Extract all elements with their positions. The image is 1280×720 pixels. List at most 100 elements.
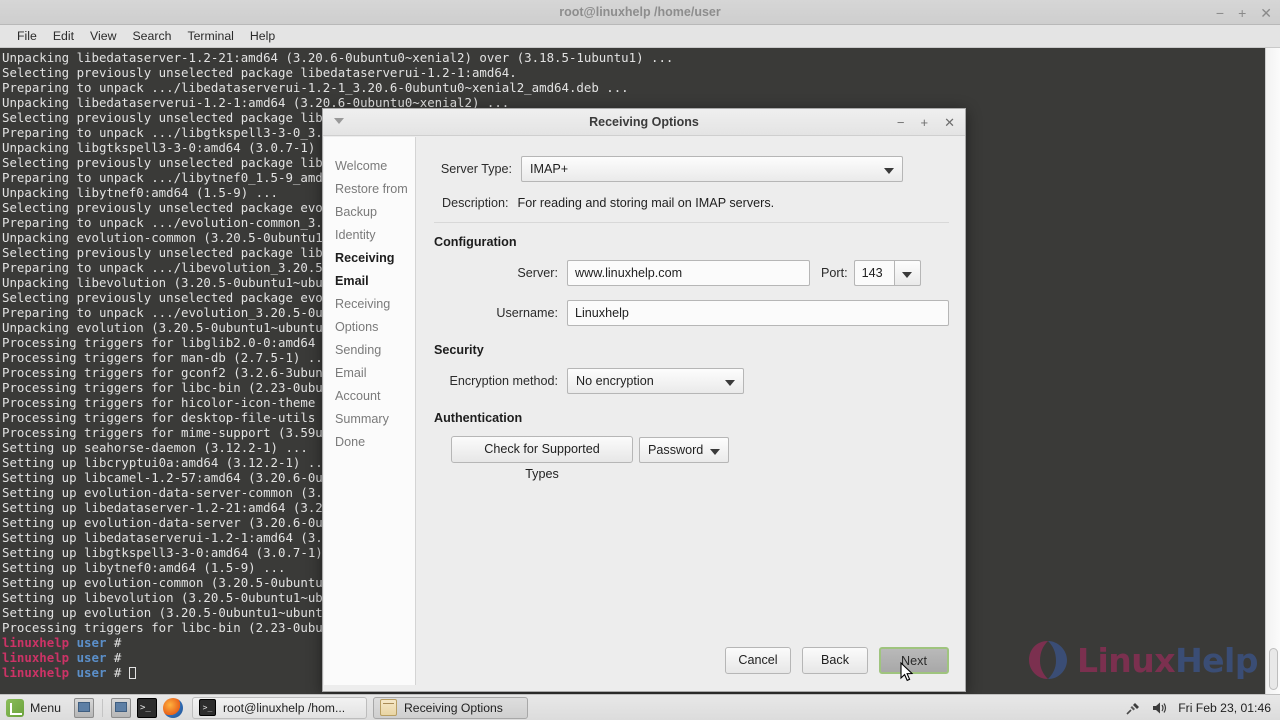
menu-help[interactable]: Help [242,27,283,45]
prompt-user: user [69,665,107,680]
prompt-symbol: # [106,635,129,650]
menu-search[interactable]: Search [124,27,179,45]
authentication-row: Check for Supported Types Password [434,436,949,481]
menu-view[interactable]: View [82,27,124,45]
dialog-minimize-icon[interactable]: − [897,116,905,129]
server-type-label: Server Type: [440,162,512,176]
dialog-maximize-icon[interactable]: + [921,116,929,129]
taskbar: Menu >_ >_ root@linuxhelp /hom... Receiv… [0,694,1280,720]
description-value: For reading and storing mail on IMAP ser… [517,196,775,210]
username-input[interactable]: Linuxhelp [567,300,949,326]
close-icon[interactable]: ✕ [1260,6,1272,20]
description-row: Description: For reading and storing mai… [442,196,949,210]
encryption-method-label: Encryption method: [449,374,558,388]
taskbar-divider [102,698,103,717]
linuxhelp-watermark: LinuxHelp [1026,638,1258,682]
terminal-cursor [128,667,136,679]
check-for-supported-types-button[interactable]: Check for Supported Types [451,436,633,481]
desktop-screen: root@linuxhelp /home/user − + ✕ File Edi… [0,0,1280,720]
terminal-scrollbar[interactable] [1265,48,1280,694]
sidebar-item-welcome[interactable]: Welcome [335,155,415,178]
terminal-window-controls: − + ✕ [1216,0,1272,25]
dialog-step-sidebar: Welcome Restore from Backup Identity Rec… [324,137,416,685]
task-button-terminal[interactable]: >_ root@linuxhelp /hom... [192,696,367,719]
mail-icon [380,699,397,716]
port-dropdown-button[interactable] [893,260,921,286]
sidebar-item-receiving-options[interactable]: Receiving Options [335,293,415,339]
port-label: Port: [821,266,848,280]
system-tray: Fri Feb 23, 01:46 [1097,695,1280,720]
dialog-main-panel: Server Type: IMAP+ Description: For read… [416,136,965,693]
security-heading: Security [434,343,484,357]
sidebar-item-restore-from-backup[interactable]: Restore from Backup [335,178,415,224]
maximize-icon[interactable]: + [1238,6,1246,20]
menu-file[interactable]: File [9,27,45,45]
chevron-down-icon [725,380,735,386]
clock[interactable]: Fri Feb 23, 01:46 [1178,701,1271,715]
prompt-user: user [69,650,107,665]
watermark-text: LinuxHelp [1077,640,1259,680]
task-button-receiving-options-label: Receiving Options [404,700,503,715]
cancel-button[interactable]: Cancel [725,646,791,674]
terminal-line: Selecting previously unselected package … [2,65,517,80]
next-button[interactable]: Next [879,646,949,674]
encryption-row: Encryption method: No encryption [434,368,949,394]
server-type-value: IMAP+ [530,162,569,176]
prompt-user: user [69,635,107,650]
minimize-icon[interactable]: − [1216,6,1224,20]
menu-edit[interactable]: Edit [45,27,82,45]
update-shield-icon[interactable] [1097,699,1115,717]
terminal-line: Preparing to unpack .../libedataserverui… [2,80,629,95]
sidebar-item-account-summary[interactable]: Account Summary [335,385,415,431]
chevron-down-icon [884,168,894,174]
dialog-titlebar: Receiving Options − + ✕ [323,109,965,136]
configuration-heading: Configuration [434,235,517,249]
firefox-launcher-icon[interactable] [163,697,183,718]
terminal-titlebar: root@linuxhelp /home/user − + ✕ [0,0,1280,25]
username-row: Username: Linuxhelp [434,300,949,326]
sidebar-item-sending-email[interactable]: Sending Email [335,339,415,385]
watermark-text-help: Help [1175,640,1258,680]
server-type-row: Server Type: IMAP+ [434,156,949,182]
server-row: Server: www.linuxhelp.com Port: 143 [434,260,949,286]
volume-icon[interactable] [1151,699,1169,717]
dialog-close-icon[interactable]: ✕ [944,116,955,129]
linuxhelp-logo-icon [1026,638,1070,682]
prompt-host: linuxhelp [2,635,70,650]
dialog-content: Welcome Restore from Backup Identity Rec… [323,136,965,693]
prompt-symbol: # [106,665,129,680]
prompt-host: linuxhelp [2,650,70,665]
linux-mint-icon [6,698,24,717]
start-menu-button[interactable]: Menu [0,695,71,720]
terminal-line: Unpacking libedataserver-1.2-21:amd64 (3… [2,50,674,65]
menu-terminal[interactable]: Terminal [179,27,241,45]
task-button-receiving-options[interactable]: Receiving Options [373,696,528,719]
dialog-footer: Cancel Back Next [475,629,965,691]
authentication-heading: Authentication [434,411,523,425]
auth-type-value: Password [648,442,704,457]
terminal-scrollbar-thumb[interactable] [1269,648,1278,690]
encryption-method-select[interactable]: No encryption [567,368,744,394]
sidebar-item-identity[interactable]: Identity [335,224,415,247]
encryption-method-value: No encryption [576,374,654,388]
dialog-title: Receiving Options [589,115,699,129]
username-label: Username: [496,306,558,320]
terminal-title: root@linuxhelp /home/user [559,5,721,19]
start-menu-label: Menu [30,700,61,715]
sidebar-item-done[interactable]: Done [335,431,415,454]
dialog-window-controls: − + ✕ [897,109,955,136]
divider [434,222,949,223]
chevron-down-icon [901,272,912,278]
port-input[interactable]: 143 [853,260,894,286]
window-list-icon[interactable] [111,697,131,718]
sidebar-item-receiving-email[interactable]: Receiving Email [335,247,415,293]
receiving-options-dialog: Receiving Options − + ✕ Welcome Restore … [322,108,966,692]
back-button[interactable]: Back [802,646,868,674]
server-input[interactable]: www.linuxhelp.com [567,260,810,286]
auth-type-select[interactable]: Password [639,436,729,463]
server-label: Server: [517,266,558,280]
network-plug-icon[interactable] [1124,699,1142,717]
terminal-launcher-icon[interactable]: >_ [137,697,157,718]
show-desktop-icon[interactable] [74,697,94,718]
server-type-select[interactable]: IMAP+ [521,156,903,182]
